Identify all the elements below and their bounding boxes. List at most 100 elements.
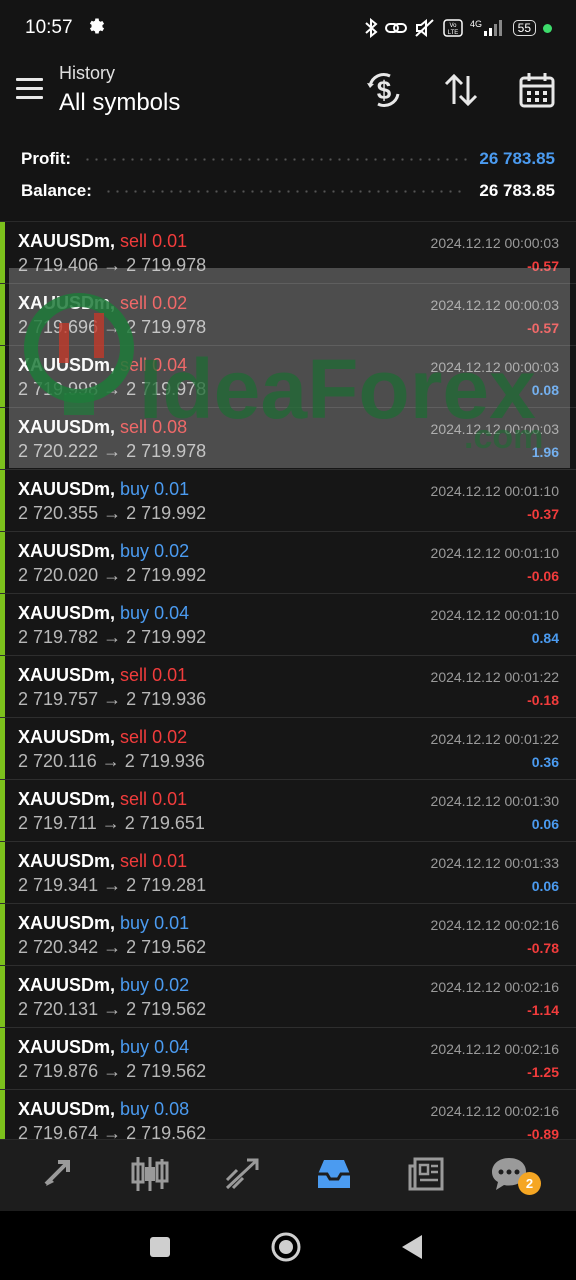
- news-icon[interactable]: [404, 1154, 448, 1194]
- trade-volume: 0.08: [154, 1099, 190, 1119]
- trade-symbol-line: XAUUSDm, buy 0.04: [18, 603, 189, 624]
- link-icon: [384, 23, 407, 33]
- trade-prices: 2 720.355 → 2 719.992: [18, 503, 206, 524]
- header-title[interactable]: All symbols: [59, 89, 180, 117]
- trade-prices: 2 719.998 → 2 719.978: [18, 379, 206, 400]
- open-price: 2 720.131: [18, 999, 99, 1019]
- trade-row[interactable]: XAUUSDm, sell 0.01 2 719.341 → 2 719.281 2…: [0, 842, 576, 904]
- position-indicator-bar: [0, 594, 5, 655]
- trade-row[interactable]: XAUUSDm, buy 0.02 2 720.020 → 2 719.992 20…: [0, 532, 576, 594]
- trade-prices: 2 720.131 → 2 719.562: [18, 999, 206, 1020]
- close-price: 2 719.978: [126, 317, 207, 337]
- trade-row[interactable]: XAUUSDm, buy 0.08 2 719.674 → 2 719.562 20…: [0, 1090, 576, 1140]
- home-button[interactable]: [266, 1227, 306, 1267]
- trade-volume: 0.04: [152, 355, 188, 375]
- trade-profit: -0.06: [527, 568, 559, 584]
- trade-side: buy: [120, 479, 150, 499]
- arrow-right-icon: →: [101, 751, 120, 771]
- bluetooth-icon: [364, 18, 378, 38]
- history-icon[interactable]: [312, 1154, 356, 1194]
- trade-volume: 0.04: [154, 1037, 190, 1057]
- currency-exchange-icon[interactable]: $: [364, 70, 404, 110]
- trade-row[interactable]: XAUUSDm, sell 0.04 2 719.998 → 2 719.978 2…: [0, 346, 576, 408]
- trade-volume: 0.01: [154, 479, 190, 499]
- status-time: 10:57: [25, 17, 73, 38]
- trade-row[interactable]: XAUUSDm, buy 0.04 2 719.782 → 2 719.992 20…: [0, 594, 576, 656]
- close-price: 2 719.562: [126, 1123, 207, 1140]
- position-indicator-bar: [0, 842, 5, 903]
- trade-prices: 2 719.341 → 2 719.281: [18, 875, 206, 896]
- trade-side: sell: [120, 789, 148, 809]
- trade-row[interactable]: XAUUSDm, sell 0.02 2 720.116 → 2 719.936 2…: [0, 718, 576, 780]
- open-price: 2 720.222: [18, 441, 99, 461]
- trade-row[interactable]: XAUUSDm, buy 0.04 2 719.876 → 2 719.562 20…: [0, 1028, 576, 1090]
- trade-side: buy: [120, 913, 150, 933]
- open-price: 2 719.674: [18, 1123, 99, 1140]
- position-indicator-bar: [0, 222, 5, 283]
- arrow-right-icon: →: [103, 317, 122, 337]
- trade-history-list[interactable]: XAUUSDm, sell 0.01 2 719.406 → 2 719.978 2…: [0, 221, 576, 1140]
- trade-symbol-line: XAUUSDm, buy 0.04: [18, 1037, 189, 1058]
- trade-time: 2024.12.12 00:02:16: [430, 1041, 559, 1057]
- trade-row[interactable]: XAUUSDm, buy 0.01 2 720.342 → 2 719.562 20…: [0, 904, 576, 966]
- open-price: 2 719.406: [18, 255, 99, 275]
- trade-symbol: XAUUSDm,: [18, 293, 116, 313]
- trade-prices: 2 719.757 → 2 719.936: [18, 689, 206, 710]
- recents-button[interactable]: [140, 1227, 180, 1267]
- position-indicator-bar: [0, 284, 5, 345]
- trade-icon[interactable]: [220, 1154, 264, 1194]
- trade-row[interactable]: XAUUSDm, sell 0.01 2 719.757 → 2 719.936 2…: [0, 656, 576, 718]
- open-price: 2 719.711: [18, 813, 97, 833]
- trade-row[interactable]: XAUUSDm, sell 0.01 2 719.406 → 2 719.978 2…: [0, 222, 576, 284]
- open-price: 2 720.020: [18, 565, 99, 585]
- trade-symbol: XAUUSDm,: [18, 479, 116, 499]
- calendar-icon[interactable]: [517, 70, 557, 110]
- trade-time: 2024.12.12 00:00:03: [430, 235, 559, 251]
- trade-symbol: XAUUSDm,: [18, 913, 116, 933]
- close-price: 2 719.936: [126, 689, 207, 709]
- balance-summary: Balance: 26 783.85: [21, 178, 555, 204]
- position-indicator-bar: [0, 532, 5, 593]
- quotes-icon[interactable]: [36, 1154, 80, 1194]
- trade-time: 2024.12.12 00:01:22: [430, 731, 559, 747]
- trade-row[interactable]: XAUUSDm, sell 0.08 2 720.222 → 2 719.978 2…: [0, 408, 576, 470]
- back-button[interactable]: [392, 1227, 432, 1267]
- volte-icon: VoLTE: [442, 19, 463, 37]
- close-price: 2 719.978: [126, 379, 207, 399]
- close-price: 2 719.978: [126, 255, 207, 275]
- trade-symbol-line: XAUUSDm, sell 0.01: [18, 851, 187, 872]
- trade-symbol-line: XAUUSDm, sell 0.04: [18, 355, 187, 376]
- trade-volume: 0.01: [152, 665, 188, 685]
- balance-label: Balance:: [21, 181, 92, 200]
- bottom-navigation: [0, 1139, 576, 1212]
- trade-volume: 0.02: [154, 975, 190, 995]
- trade-row[interactable]: XAUUSDm, sell 0.02 2 719.696 → 2 719.978 2…: [0, 284, 576, 346]
- trade-prices: 2 720.222 → 2 719.978: [18, 441, 206, 462]
- trade-row[interactable]: XAUUSDm, buy 0.01 2 720.355 → 2 719.992 20…: [0, 470, 576, 532]
- trade-volume: 0.02: [152, 727, 188, 747]
- trade-prices: 2 720.116 → 2 719.936: [18, 751, 205, 772]
- trade-symbol: XAUUSDm,: [18, 541, 116, 561]
- menu-icon[interactable]: [16, 78, 44, 100]
- close-price: 2 719.936: [124, 751, 205, 771]
- trade-row[interactable]: XAUUSDm, sell 0.01 2 719.711 → 2 719.651 2…: [0, 780, 576, 842]
- arrow-right-icon: →: [103, 565, 122, 585]
- trade-symbol: XAUUSDm,: [18, 665, 116, 685]
- trade-row[interactable]: XAUUSDm, buy 0.02 2 720.131 → 2 719.562 20…: [0, 966, 576, 1028]
- chart-icon[interactable]: [128, 1154, 172, 1194]
- sort-icon[interactable]: [441, 70, 481, 110]
- svg-text:$: $: [377, 75, 392, 105]
- open-price: 2 719.341: [18, 875, 99, 895]
- trade-volume: 0.01: [152, 851, 188, 871]
- trade-profit: 0.36: [531, 754, 559, 770]
- trade-profit: -1.14: [527, 1002, 559, 1018]
- trade-symbol: XAUUSDm,: [18, 789, 116, 809]
- header-subtitle: History: [59, 63, 116, 83]
- arrow-right-icon: →: [103, 999, 122, 1019]
- trade-volume: 0.02: [152, 293, 188, 313]
- trade-time: 2024.12.12 00:00:03: [430, 297, 559, 313]
- trade-symbol-line: XAUUSDm, sell 0.02: [18, 727, 187, 748]
- svg-text:LTE: LTE: [447, 30, 458, 36]
- trade-time: 2024.12.12 00:01:30: [430, 793, 559, 809]
- trade-time: 2024.12.12 00:02:16: [430, 979, 559, 995]
